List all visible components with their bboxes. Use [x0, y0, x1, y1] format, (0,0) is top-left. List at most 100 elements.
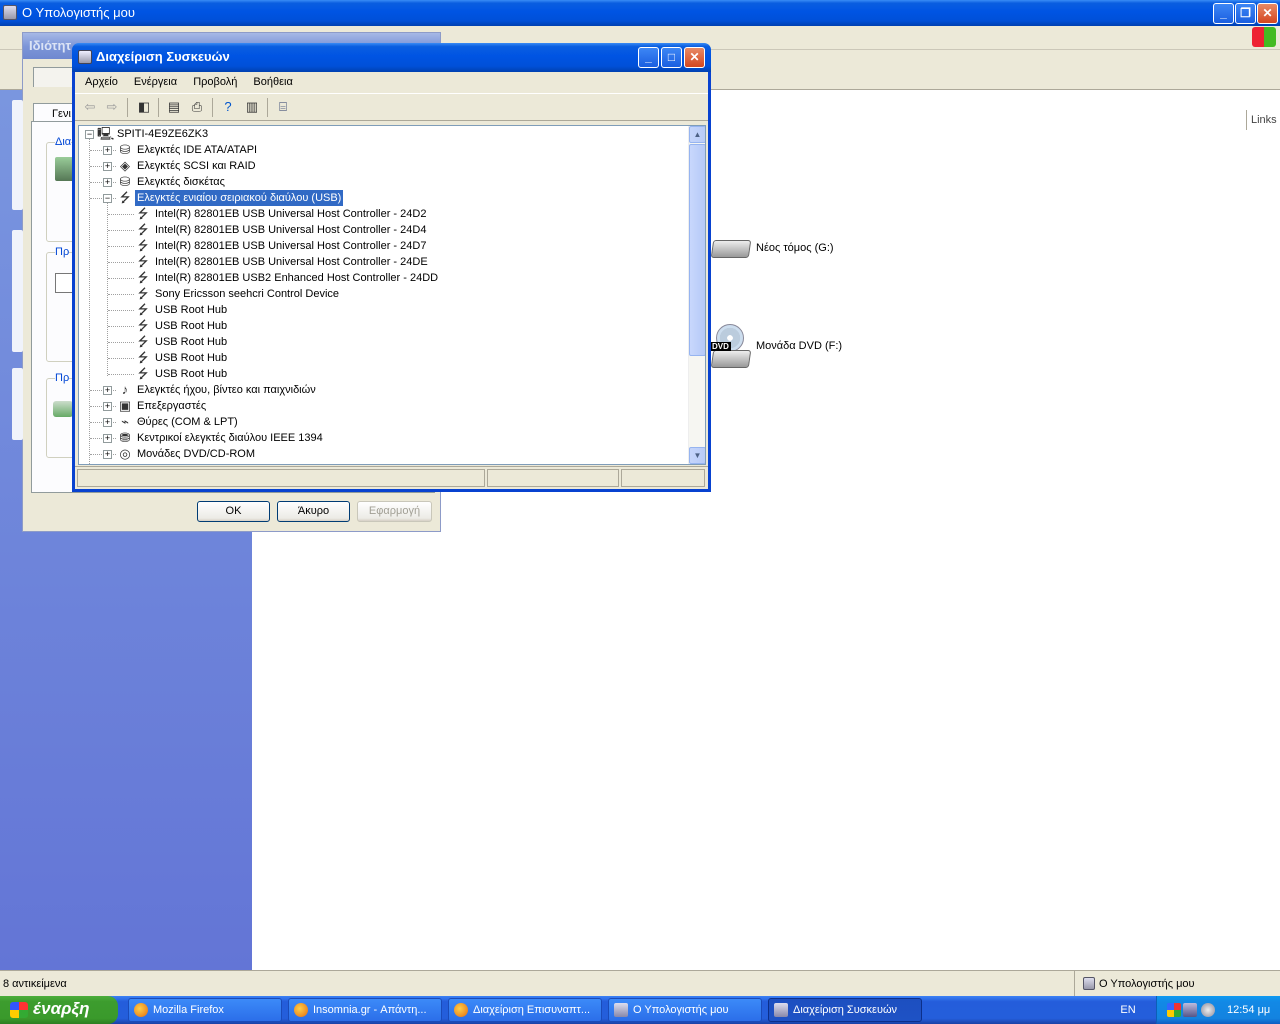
clock[interactable]: 12:54 μμ	[1227, 1004, 1270, 1016]
language-indicator[interactable]: EN	[1108, 996, 1148, 1024]
view-icon[interactable]: ▥	[243, 98, 261, 116]
device-tree[interactable]: − 🖳 SPITI-4E9ZE6ZK3 + ⛁ Ελεγκτές IDE ATA…	[78, 125, 706, 465]
firefox-icon	[134, 1003, 148, 1017]
expand-toggle[interactable]: +	[103, 402, 112, 411]
scroll-down-arrow-icon[interactable]: ▼	[689, 447, 705, 464]
tree-device[interactable]: ⭍ USB Root Hub	[79, 350, 679, 366]
category-label: Μονάδες DVD/CD-ROM	[137, 448, 256, 460]
collapse-toggle[interactable]: −	[103, 194, 112, 203]
forward-arrow-icon[interactable]: ⇨	[103, 98, 121, 116]
volume-icon[interactable]	[1201, 1003, 1215, 1017]
tree-category[interactable]: + ⌁ Θύρες (COM & LPT)	[79, 414, 679, 430]
windows-logo-icon	[1252, 27, 1276, 47]
back-arrow-icon[interactable]: ⇦	[81, 98, 99, 116]
properties-icon[interactable]: ▤	[165, 98, 183, 116]
expand-toggle[interactable]: +	[103, 386, 112, 395]
show-hide-tree-icon[interactable]: ◧	[135, 98, 153, 116]
category-label: Ελεγκτές SCSI και RAID	[137, 160, 256, 172]
toolbar-separator	[158, 98, 159, 117]
task-button-attachments[interactable]: Διαχείριση Επισυναπτ...	[448, 998, 602, 1022]
tree-category[interactable]: + ⛁ Ελεγκτές δισκέτας	[79, 174, 679, 190]
apply-button[interactable]: Εφαρμογή	[357, 501, 432, 522]
explorer-title-bar[interactable]: Ο Υπολογιστής μου _ ❐ ✕	[0, 0, 1280, 26]
tree-category[interactable]: + ◈ Ελεγκτές SCSI και RAID	[79, 158, 679, 174]
maximize-button[interactable]: □	[661, 47, 682, 68]
print-icon[interactable]: ⎙	[188, 98, 206, 116]
tray-app-icon[interactable]	[1167, 1003, 1181, 1017]
menu-action[interactable]: Ενέργεια	[128, 72, 184, 94]
minimize-button[interactable]: _	[1213, 3, 1234, 24]
collapse-toggle[interactable]: −	[85, 130, 94, 139]
toolbar-separator	[212, 98, 213, 117]
windows-logo-icon	[10, 1002, 28, 1018]
expand-toggle[interactable]: +	[103, 450, 112, 459]
tree-device[interactable]: ⭍ Intel(R) 82801EB USB Universal Host Con…	[79, 206, 679, 222]
computer-icon: 🖳	[97, 126, 115, 141]
expand-toggle[interactable]: +	[103, 162, 112, 171]
menu-view[interactable]: Προβολή	[187, 72, 244, 94]
status-zone: Ο Υπολογιστής μου	[1074, 971, 1195, 997]
status-item-count: 8 αντικείμενα	[3, 978, 67, 990]
hardware-profile-icon	[53, 401, 73, 417]
close-button[interactable]: ✕	[1257, 3, 1278, 24]
tree-device[interactable]: ⭍ USB Root Hub	[79, 366, 679, 382]
tree-category-usb[interactable]: − ⭍ Ελεγκτές ενιαίου σειριακού διαύλου (…	[79, 189, 679, 207]
help-icon[interactable]: ?	[219, 98, 237, 116]
ok-button[interactable]: OK	[197, 501, 270, 522]
task-button-my-computer[interactable]: Ο Υπολογιστής μου	[608, 998, 762, 1022]
expand-toggle[interactable]: +	[103, 418, 112, 427]
tree-category[interactable]: + ⛃ Κεντρικοί ελεγκτές διαύλου IEEE 1394	[79, 430, 679, 446]
category-label-selected: Ελεγκτές ενιαίου σειριακού διαύλου (USB)	[133, 189, 345, 207]
expand-toggle[interactable]: +	[103, 146, 112, 155]
tree-category[interactable]: + ◎ Μονάδες DVD/CD-ROM	[79, 446, 679, 462]
scan-hardware-icon[interactable]: ⌸	[274, 98, 292, 116]
device-label: Intel(R) 82801EB USB Universal Host Cont…	[155, 240, 427, 252]
tree-category[interactable]: + ▣ Επεξεργαστές	[79, 398, 679, 414]
tree-device[interactable]: ⭍ USB Root Hub	[79, 302, 679, 318]
minimize-button[interactable]: _	[638, 47, 659, 68]
usb-icon: ⭍	[137, 254, 149, 269]
drive-label: Νέος τόμος (G:)	[756, 242, 834, 254]
links-toolbar[interactable]: Links	[1246, 110, 1280, 130]
expand-toggle[interactable]: +	[103, 178, 112, 187]
task-button-insomnia[interactable]: Insomnia.gr - Απάντη...	[288, 998, 442, 1022]
tree-scrollbar[interactable]: ▲ ▼	[688, 126, 705, 464]
tree-device[interactable]: ⭍ USB Root Hub	[79, 318, 679, 334]
drive-item-g[interactable]: Νέος τόμος (G:)	[710, 232, 850, 266]
port-icon: ⌁	[121, 414, 129, 429]
scroll-up-arrow-icon[interactable]: ▲	[689, 126, 705, 143]
usb-icon: ⭍	[137, 318, 149, 333]
computer-icon	[1083, 977, 1095, 990]
start-button[interactable]: έναρξη	[0, 996, 118, 1024]
toolbar-separator	[127, 98, 128, 117]
tree-category[interactable]: + ♪ Ελεγκτές ήχου, βίντεο και παιχνιδιών	[79, 382, 679, 398]
status-zone-label: Ο Υπολογιστής μου	[1099, 978, 1195, 990]
task-button-firefox[interactable]: Mozilla Firefox	[128, 998, 282, 1022]
tree-device[interactable]: ⭍ Intel(R) 82801EB USB Universal Host Con…	[79, 222, 679, 238]
scroll-thumb[interactable]	[689, 144, 705, 356]
task-button-device-manager[interactable]: Διαχείριση Συσκευών	[768, 998, 922, 1022]
expand-toggle[interactable]: +	[103, 434, 112, 443]
status-segment	[77, 469, 485, 487]
dvd-rom-icon: ◎	[119, 446, 131, 461]
tree-line	[108, 278, 134, 279]
tree-line	[108, 294, 134, 295]
menu-help[interactable]: Βοήθεια	[247, 72, 299, 94]
devmgr-title-bar[interactable]: Διαχείριση Συσκευών _ □ ✕	[72, 43, 711, 72]
group-label: Δια	[55, 136, 72, 148]
category-label: Θύρες (COM & LPT)	[137, 416, 238, 428]
network-icon[interactable]	[1183, 1003, 1197, 1017]
usb-icon: ⭍	[137, 286, 149, 301]
restore-button[interactable]: ❐	[1235, 3, 1256, 24]
tree-device[interactable]: ⭍ USB Root Hub	[79, 334, 679, 350]
cancel-button[interactable]: Άκυρο	[277, 501, 350, 522]
tree-device[interactable]: ⭍ Intel(R) 82801EB USB Universal Host Con…	[79, 254, 679, 270]
tree-device[interactable]: ⭍ Intel(R) 82801EB USB2 Enhanced Host Con…	[79, 270, 679, 286]
tree-root[interactable]: − 🖳 SPITI-4E9ZE6ZK3	[79, 126, 679, 142]
drive-item-f[interactable]: DVD Μονάδα DVD (F:)	[710, 322, 850, 370]
menu-file[interactable]: Αρχείο	[79, 72, 125, 94]
close-button[interactable]: ✕	[684, 47, 705, 68]
tree-device[interactable]: ⭍ Sony Ericsson seehcri Control Device	[79, 286, 679, 302]
tree-device[interactable]: ⭍ Intel(R) 82801EB USB Universal Host Con…	[79, 238, 679, 254]
tree-category[interactable]: + ⛁ Ελεγκτές IDE ATA/ATAPI	[79, 142, 679, 158]
